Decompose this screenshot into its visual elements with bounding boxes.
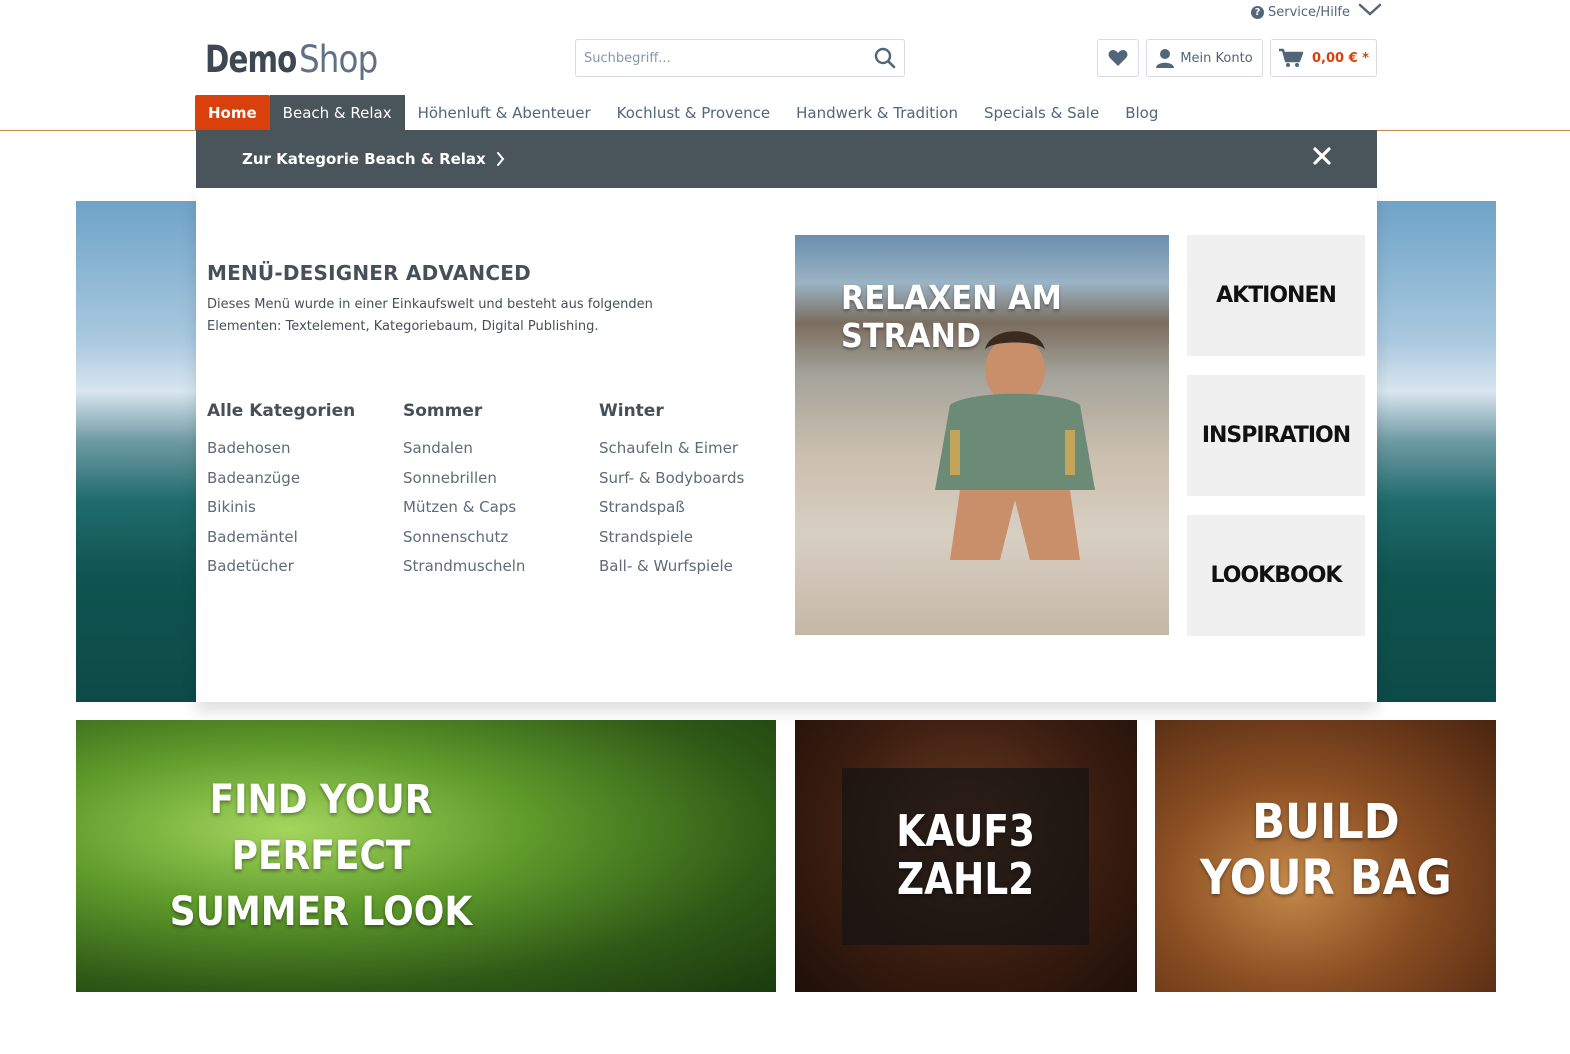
- category-link-item[interactable]: Strandspaß: [599, 493, 744, 523]
- category-link-item[interactable]: Sonnenschutz: [403, 523, 525, 553]
- nav-item-specials-sale[interactable]: Specials & Sale: [971, 95, 1112, 130]
- column-heading[interactable]: Winter: [599, 401, 744, 421]
- nav-item-kochlust-provence[interactable]: Kochlust & Provence: [604, 95, 784, 130]
- tile-lookbook[interactable]: LOOKBOOK: [1187, 515, 1365, 636]
- account-label: Mein Konto: [1180, 50, 1253, 66]
- cart-total: 0,00 € *: [1312, 50, 1369, 66]
- category-column-winter: Winter Schaufeln & Eimer Surf- & Bodyboa…: [599, 401, 744, 582]
- banner-summer-text: FIND YOUR PERFECT SUMMER LOOK: [169, 777, 473, 935]
- category-link-item[interactable]: Strandmuscheln: [403, 552, 525, 582]
- nav-item-beach-relax[interactable]: Beach & Relax: [269, 95, 405, 130]
- chevron-right-icon: [496, 152, 505, 166]
- user-icon: [1156, 49, 1175, 68]
- menu-description: Dieses Menü wurde in einer Einkaufswelt …: [207, 297, 653, 334]
- nav-item-blog[interactable]: Blog: [1112, 95, 1171, 130]
- cart-icon: [1279, 48, 1304, 67]
- banner-kauf-text: KAUF3 ZAHL2: [896, 806, 1036, 905]
- category-link-item[interactable]: Strandspiele: [599, 523, 744, 553]
- category-link-item[interactable]: Sonnebrillen: [403, 464, 525, 494]
- category-column-sommer: Sommer Sandalen Sonnebrillen Mützen & Ca…: [403, 401, 525, 582]
- mega-menu-panel: MENÜ-DESIGNER ADVANCED Dieses Menü wurde…: [196, 188, 1377, 702]
- category-link-item[interactable]: Badeanzüge: [207, 464, 355, 494]
- banner-bag-text: BUILD YOUR BAG: [1199, 794, 1452, 906]
- cart-button[interactable]: 0,00 € *: [1270, 39, 1377, 77]
- shop-logo[interactable]: Demo Shop: [205, 38, 388, 81]
- teaser-label: RELAXEN AM STRAND: [841, 278, 1062, 355]
- logo-shop: Shop: [298, 38, 378, 81]
- category-column-all: Alle Kategorien Badehosen Badeanzüge Bik…: [207, 401, 355, 582]
- category-link-item[interactable]: Ball- & Wurfspiele: [599, 552, 744, 582]
- category-link-item[interactable]: Mützen & Caps: [403, 493, 525, 523]
- category-link-label: Zur Kategorie Beach & Relax: [242, 150, 486, 168]
- main-navigation: Home Beach & Relax Höhenluft & Abenteuer…: [195, 95, 1171, 130]
- category-link-item[interactable]: Schaufeln & Eimer: [599, 434, 744, 464]
- category-link-item[interactable]: Badetücher: [207, 552, 355, 582]
- category-link-item[interactable]: Sandalen: [403, 434, 525, 464]
- banner-summer-look[interactable]: FIND YOUR PERFECT SUMMER LOOK: [76, 720, 776, 992]
- search-button[interactable]: [866, 40, 904, 76]
- banner-build-your-bag[interactable]: BUILD YOUR BAG: [1155, 720, 1496, 992]
- account-button[interactable]: Mein Konto: [1146, 39, 1263, 77]
- nav-item-handwerk-tradition[interactable]: Handwerk & Tradition: [783, 95, 971, 130]
- nav-item-home[interactable]: Home: [195, 95, 270, 130]
- search-input[interactable]: [576, 40, 866, 76]
- category-link-item[interactable]: Bademäntel: [207, 523, 355, 553]
- column-heading[interactable]: Alle Kategorien: [207, 401, 355, 421]
- mega-menu-header: Zur Kategorie Beach & Relax: [196, 130, 1377, 188]
- tile-aktionen[interactable]: AKTIONEN: [1187, 235, 1365, 356]
- chevron-down-icon[interactable]: [1358, 3, 1382, 21]
- search-box: [575, 39, 905, 77]
- close-icon[interactable]: [1313, 146, 1331, 171]
- service-help-label: Service/Hilfe: [1268, 4, 1350, 20]
- search-icon: [874, 47, 896, 69]
- category-link-item[interactable]: Surf- & Bodyboards: [599, 464, 744, 494]
- column-heading[interactable]: Sommer: [403, 401, 525, 421]
- category-link-item[interactable]: Bikinis: [207, 493, 355, 523]
- logo-demo: Demo: [205, 38, 297, 81]
- wishlist-button[interactable]: [1097, 39, 1139, 77]
- tile-inspiration[interactable]: INSPIRATION: [1187, 375, 1365, 496]
- category-link-item[interactable]: Badehosen: [207, 434, 355, 464]
- help-icon: ?: [1251, 5, 1264, 19]
- banner-kauf3-zahl2[interactable]: KAUF3 ZAHL2: [795, 720, 1137, 992]
- relax-beach-teaser[interactable]: RELAXEN AM STRAND: [795, 235, 1169, 635]
- heart-icon: [1108, 50, 1128, 66]
- nav-item-hoehenluft-abenteuer[interactable]: Höhenluft & Abenteuer: [405, 95, 604, 130]
- service-help-link[interactable]: ? Service/Hilfe: [1251, 3, 1382, 21]
- category-link[interactable]: Zur Kategorie Beach & Relax: [242, 150, 505, 168]
- menu-title: MENÜ-DESIGNER ADVANCED: [207, 261, 531, 285]
